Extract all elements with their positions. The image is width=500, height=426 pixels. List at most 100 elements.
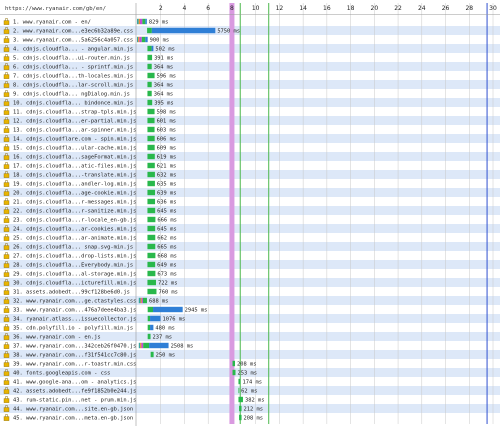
timing-wait-segment <box>147 333 151 340</box>
timing-wait-segment <box>147 81 152 88</box>
lock-icon <box>3 290 10 295</box>
request-row[interactable]: 35. cdn.polyfill.io - polyfill.min.js 480… <box>3 324 175 332</box>
duration-label: 606 ms <box>157 137 176 143</box>
duration-label: 673 ms <box>157 272 176 278</box>
duration-label: 645 ms <box>157 209 176 215</box>
timing-connect-segment <box>138 36 140 43</box>
duration-label: 2945 ms <box>185 308 208 314</box>
lock-shackle <box>4 396 9 399</box>
axis-tick-label: 16 <box>323 5 331 12</box>
request-row[interactable]: 41. www.google-ana...om - analytics.js 17… <box>3 378 262 386</box>
timing-wait-segment <box>150 351 154 358</box>
duration-label: 395 ms <box>154 101 173 107</box>
timing-download-segment <box>150 324 154 331</box>
request-row[interactable]: 5. cdnjs.cloudfla...ui-router.min.js 391 … <box>3 54 174 62</box>
request-label: 24. cdnjs.cloudfla...ar-cookies.min.js <box>13 227 136 233</box>
lock-icon <box>3 146 10 151</box>
timing-wait-segment <box>239 405 242 412</box>
timing-wait-segment <box>238 387 240 394</box>
timing-wait-segment <box>147 198 156 205</box>
lock-shackle <box>4 54 9 57</box>
request-label: 45. www.ryanair.com...meta.en-gb.json <box>13 416 133 422</box>
lock-icon <box>3 65 10 70</box>
timing-wait-segment <box>147 144 155 151</box>
duration-label: 722 ms <box>158 281 177 287</box>
request-row[interactable]: 31. assets.adobedt...99cf128be6d0.js 760 … <box>3 288 178 296</box>
timing-wait-segment <box>232 369 236 376</box>
lock-icon <box>3 245 10 250</box>
lock-shackle <box>4 288 9 291</box>
request-row[interactable]: 11. cdnjs.cloudfla...strap-tpls.min.js 59… <box>3 108 176 116</box>
lock-icon <box>3 128 10 133</box>
lock-icon <box>3 407 10 412</box>
timing-download-segment <box>151 45 154 52</box>
duration-label: 237 ms <box>153 335 172 341</box>
duration-label: 5750 ms <box>217 29 240 35</box>
lock-icon <box>3 398 10 403</box>
lock-icon <box>3 155 10 160</box>
request-row[interactable]: 13. cdnjs.cloudfla...ar-spinner.min.js 60… <box>3 126 176 134</box>
lock-icon <box>3 281 10 286</box>
request-label: 17. cdnjs.cloudfla...atic-files.min.js <box>13 164 136 170</box>
request-row[interactable]: 43. rum-static.pin...net - prum.min.js 38… <box>3 396 264 404</box>
timing-download-segment <box>150 315 161 322</box>
lock-icon <box>3 236 10 241</box>
request-row[interactable]: 29. cdnjs.cloudfla...al-storage.min.js 67… <box>3 270 177 278</box>
duration-label: 208 ms <box>237 362 256 368</box>
lock-shackle <box>4 162 9 165</box>
lock-shackle <box>4 306 9 309</box>
lock-icon <box>3 317 10 322</box>
lock-shackle <box>4 342 9 345</box>
lock-shackle <box>4 72 9 75</box>
request-row[interactable]: 33. www.ryanair.com...476a7deee4ba3.js 29… <box>3 306 208 314</box>
request-label: 31. assets.adobedt...99cf128be6d0.js <box>13 290 130 296</box>
lock-icon <box>3 200 10 205</box>
request-label: 41. www.google-ana...om - analytics.js <box>13 380 136 386</box>
request-label: 36. www.ryanair.com - en.js <box>13 335 101 341</box>
lock-icon <box>3 119 10 124</box>
timing-download-segment <box>151 27 216 34</box>
duration-label: 502 ms <box>155 47 174 53</box>
duration-label: 364 ms <box>154 65 173 71</box>
request-row[interactable]: 7. cdnjs.cloudfla...th-locales.min.js 596… <box>3 72 176 80</box>
request-row[interactable]: 27. cdnjs.cloudfla...drop-lists.min.js 66… <box>3 252 177 260</box>
request-row[interactable]: 21. cdnjs.cloudfla...r-messages.min.js 63… <box>3 198 177 206</box>
request-row[interactable]: 23. cdnjs.cloudfla...r-locale_en-gb.js 66… <box>3 216 177 224</box>
duration-label: 174 ms <box>242 380 261 386</box>
lock-icon <box>3 272 10 277</box>
duration-label: 609 ms <box>157 146 176 152</box>
timing-wait-segment <box>147 261 156 268</box>
timing-wait-segment <box>147 27 152 34</box>
timing-wait-segment <box>147 234 156 241</box>
timing-wait-segment <box>147 306 154 313</box>
duration-label: 250 ms <box>156 353 175 359</box>
request-label: 10. cdnjs.cloudfla... bindonce.min.js <box>13 101 133 107</box>
request-row[interactable]: 1. www.ryanair.com - en/829 ms <box>3 18 168 26</box>
request-row[interactable]: 9. cdnjs.cloudfla... ngDialog.min.js 364 … <box>3 90 173 98</box>
request-row[interactable]: 37. www.ryanair.com...342ceb26f0470.js 25… <box>3 342 193 350</box>
duration-label: 601 ms <box>157 119 176 125</box>
request-label: 20. cdnjs.cloudfla...age-cookie.min.js <box>13 191 136 197</box>
lock-icon <box>3 101 10 106</box>
lock-icon <box>3 20 10 25</box>
axis-tick-label: 22 <box>394 5 402 12</box>
request-row[interactable]: 17. cdnjs.cloudfla...atic-files.min.js 62… <box>3 162 176 170</box>
request-row[interactable]: 19. cdnjs.cloudfla...andler-log.min.js 63… <box>3 180 176 188</box>
duration-label: 603 ms <box>157 128 176 134</box>
lock-icon <box>3 191 10 196</box>
timing-ssl-segment <box>141 297 143 304</box>
request-row[interactable]: 15. cdnjs.cloudfla...ular-cache.min.js 60… <box>3 144 176 152</box>
timing-dns-segment <box>137 18 139 25</box>
request-row[interactable]: 3. www.ryanair.com...5a6256c4a057.css 900… <box>3 36 169 44</box>
duration-label: 635 ms <box>157 182 176 188</box>
duration-label: 645 ms <box>157 227 176 233</box>
load-event-marker <box>268 3 270 424</box>
timing-dns-segment <box>138 297 141 304</box>
axis-tick-label: 20 <box>371 5 379 12</box>
duration-label: 364 ms <box>154 83 173 89</box>
request-label: 15. cdnjs.cloudfla...ular-cache.min.js <box>13 146 136 152</box>
request-row[interactable]: 45. www.ryanair.com...meta.en-gb.json 208… <box>3 414 263 422</box>
lock-icon <box>3 38 10 43</box>
request-row[interactable]: 25. cdnjs.cloudfla...ar-animate.min.js 66… <box>3 234 177 242</box>
request-row[interactable]: 39. www.ryanair.com...r-toastr.min.css 20… <box>3 360 257 368</box>
